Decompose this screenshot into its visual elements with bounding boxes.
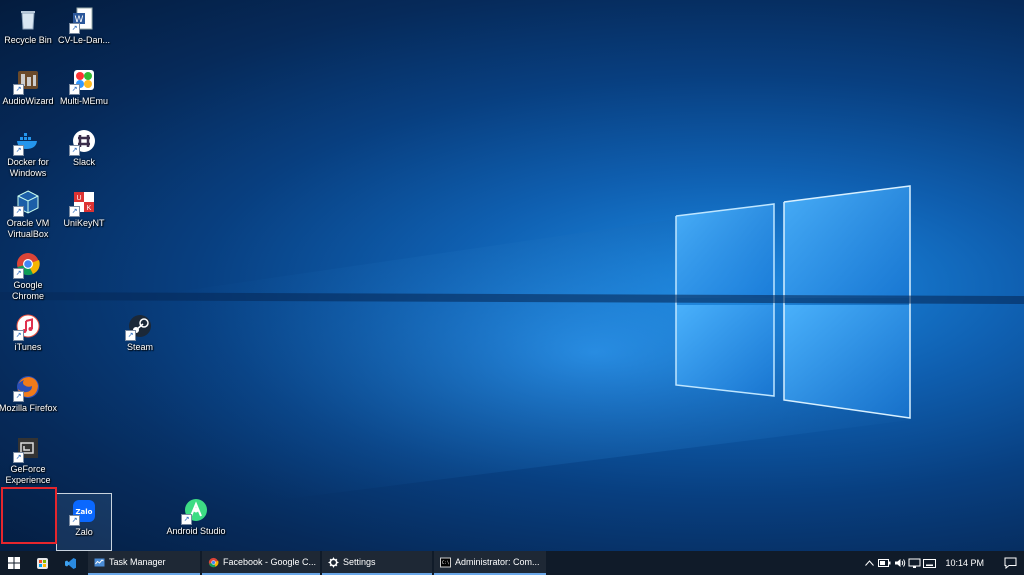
geforce-icon: ↗ [13,435,41,463]
desktop-icon-label: Google Chrome [11,280,44,301]
speaker-icon [894,559,906,567]
desktop-icon-docker[interactable]: ↗ Docker for Windows [0,124,56,182]
desktop-icon-label: CV-Le-Dan... [57,35,111,45]
action-center-button[interactable] [996,557,1024,569]
notification-icon [1004,557,1016,569]
shortcut-arrow-icon: ↗ [13,145,24,156]
taskbar-app-command-prompt[interactable]: C:\ Administrator: Com... [434,551,546,575]
desktop-icon-label: AudioWizard [2,96,54,106]
keyboard-icon [923,558,937,568]
shortcut-arrow-icon: ↗ [13,452,24,463]
desktop-icon-label: Multi-MEmu [59,96,108,106]
shortcut-arrow-icon: ↗ [125,330,136,341]
desktop-icon-multi-memu[interactable]: ↗ Multi-MEmu [56,63,112,121]
recycle-bin-icon [15,6,41,32]
android-studio-icon: ↗ [181,497,209,525]
desktop-icon-geforce[interactable]: ↗ GeForce Experience [0,431,56,489]
docker-icon: ↗ [13,128,41,156]
shortcut-arrow-icon: ↗ [13,206,24,217]
chrome-icon [208,557,223,568]
unikey-icon: U K ↗ [69,189,97,217]
network-icon [908,558,921,568]
chevron-up-icon [865,560,875,566]
firefox-icon: ↗ [13,374,41,402]
taskbar-pinned-vscode[interactable] [56,551,84,575]
vscode-icon [64,557,76,569]
chrome-icon: ↗ [13,251,41,279]
desktop[interactable]: Recycle Bin W ↗ CV-Le-Dan... ↗ AudioWizard ↗ Mu… [0,0,1024,551]
desktop-icon-label: Zalo [75,527,93,537]
desktop-icon-itunes[interactable]: ↗ iTunes [0,309,56,367]
desktop-icon-slack[interactable]: ↗ Slack [56,124,112,182]
windows-10-wallpaper [0,185,1024,520]
desktop-icon-steam[interactable]: ↗ Steam [112,309,168,367]
show-hidden-icons-button[interactable] [862,560,877,566]
word-document-icon: W ↗ [69,6,97,34]
svg-text:U: U [76,195,81,202]
desktop-icon-audiowizard[interactable]: ↗ AudioWizard [0,63,56,121]
desktop-icon-label: Android Studio [166,526,226,536]
shortcut-arrow-icon: ↗ [69,206,80,217]
desktop-icon-label: GeForce Experience [5,464,51,485]
itunes-icon: ↗ [13,313,41,341]
taskbar-app-label: Settings [343,557,376,567]
virtualbox-icon: ↗ [13,189,41,217]
shortcut-arrow-icon: ↗ [69,515,80,526]
taskbar-app-label: Task Manager [109,557,166,567]
shortcut-arrow-icon: ↗ [13,84,24,95]
taskbar-pinned-app[interactable] [28,551,56,575]
taskbar-app-label: Facebook - Google C... [223,557,317,567]
desktop-icon-unikey[interactable]: U K ↗ UniKeyNT [56,185,112,243]
desktop-icon-label: Mozilla Firefox [0,403,57,413]
desktop-icon-label: Slack [72,157,95,167]
gear-icon [328,557,343,568]
system-tray: 10:14 PM [862,551,1024,575]
command-prompt-icon: C:\ [440,557,455,568]
desktop-icon-chrome[interactable]: ↗ Google Chrome [0,247,56,305]
desktop-icon-virtualbox[interactable]: ↗ Oracle VM VirtualBox [0,185,56,243]
desktop-icon-label: Steam [126,342,153,352]
desktop-icon-label: iTunes [14,342,42,352]
clock-time: 10:14 PM [945,558,984,568]
desktop-icon-word-document[interactable]: W ↗ CV-Le-Dan... [56,2,112,60]
shortcut-arrow-icon: ↗ [69,84,80,95]
windows-logo-icon [8,557,20,569]
zalo-icon: Zalo ↗ [69,498,97,526]
battery-button[interactable] [877,559,892,567]
shortcut-arrow-icon: ↗ [69,145,80,156]
volume-button[interactable] [892,558,907,568]
keyboard-button[interactable] [922,558,937,568]
taskbar-app-task-manager[interactable]: Task Manager [88,551,200,575]
desktop-icon-zalo[interactable]: Zalo ↗ Zalo [56,493,112,551]
desktop-icon-label: UniKeyNT [63,218,105,228]
shortcut-arrow-icon: ↗ [69,23,80,34]
slack-icon: ↗ [69,128,97,156]
desktop-icon-recycle-bin[interactable]: Recycle Bin [0,2,56,60]
task-manager-icon [94,557,109,568]
shortcut-arrow-icon: ↗ [181,514,192,525]
taskbar-app-chrome[interactable]: Facebook - Google C... [202,551,320,575]
shortcut-arrow-icon: ↗ [13,391,24,402]
audiowizard-icon: ↗ [13,67,41,95]
store-icon [36,557,48,569]
desktop-icon-android-studio[interactable]: ↗ Android Studio [166,493,226,551]
taskbar-app-label: Administrator: Com... [455,557,540,567]
svg-text:K: K [87,205,92,212]
desktop-icon-label: Docker for Windows [7,157,49,178]
clock[interactable]: 10:14 PM [937,551,996,575]
desktop-icon-firefox[interactable]: ↗ Mozilla Firefox [0,370,57,428]
taskbar: Task Manager Facebook - Google C... Settin… [0,551,1024,575]
shortcut-arrow-icon: ↗ [13,330,24,341]
start-button[interactable] [0,551,28,575]
desktop-icon-label: Oracle VM VirtualBox [6,218,50,239]
shortcut-arrow-icon: ↗ [13,268,24,279]
network-button[interactable] [907,558,922,569]
steam-icon: ↗ [125,313,153,341]
svg-text:C:\: C:\ [442,560,450,565]
selection-highlight [1,487,57,544]
battery-icon [878,559,891,567]
taskbar-app-gear[interactable]: Settings [322,551,432,575]
desktop-icon-label: Recycle Bin [4,35,52,45]
multi-memu-icon: ↗ [69,67,97,95]
